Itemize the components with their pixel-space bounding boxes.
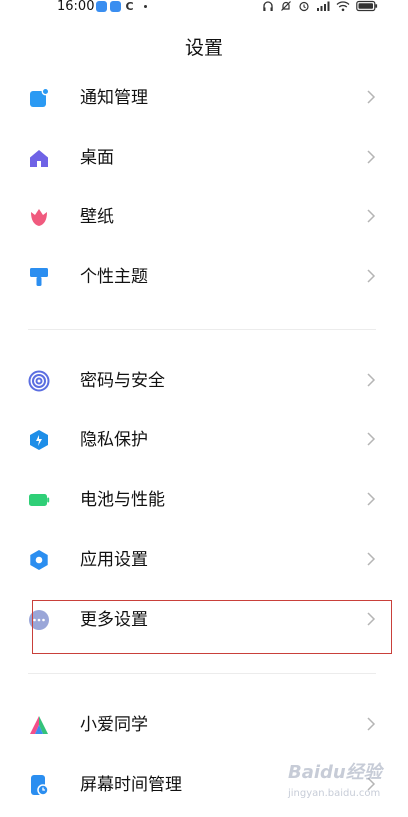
settings-item-label: 通知管理	[80, 88, 148, 108]
headphone-icon	[263, 1, 273, 11]
brush-icon	[30, 268, 48, 286]
highlight-annotation-box	[32, 600, 392, 654]
settings-item-label: 密码与安全	[80, 371, 165, 391]
settings-item-battery-performance[interactable]: 电池与性能	[0, 472, 408, 532]
settings-item-desktop[interactable]: 桌面	[0, 130, 408, 190]
chevron-right-icon	[367, 269, 376, 283]
chevron-right-icon	[367, 90, 376, 104]
gear-icon	[30, 550, 48, 570]
chevron-right-icon	[367, 717, 376, 731]
settings-item-label: 壁纸	[80, 207, 114, 227]
battery-status-icon	[356, 0, 378, 12]
baidu-jingyan-watermark: Bai⁠du经验 jingyan.baidu.com	[288, 762, 398, 806]
status-system-icons	[262, 0, 378, 12]
screen-time-icon	[31, 775, 49, 796]
settings-item-label: 小爱同学	[80, 715, 148, 735]
mute-bell-icon	[281, 1, 291, 11]
page-title: 设置	[184, 37, 223, 59]
status-time: 16:00	[57, 0, 95, 14]
settings-item-privacy[interactable]: 隐私保护	[0, 412, 408, 472]
battery-icon	[29, 494, 50, 506]
settings-item-label: 隐私保护	[80, 430, 148, 450]
settings-item-notifications[interactable]: 通知管理	[0, 70, 408, 130]
chevron-right-icon	[367, 209, 376, 223]
app-c-icon: C	[125, 0, 134, 13]
tulip-icon	[31, 209, 47, 226]
settings-item-app-settings[interactable]: 应用设置	[0, 532, 408, 592]
home-icon	[30, 150, 48, 167]
chevron-right-icon	[367, 373, 376, 387]
privacy-shield-icon	[30, 430, 48, 450]
app-notification-icon	[96, 1, 107, 12]
chevron-right-icon	[367, 432, 376, 446]
signal-icon	[317, 1, 330, 11]
fingerprint-icon	[28, 370, 50, 392]
section-divider	[28, 673, 376, 674]
more-notifications-dot	[144, 5, 147, 8]
settings-item-wallpaper[interactable]: 壁纸	[0, 189, 408, 249]
app-notification-icon	[110, 1, 121, 12]
settings-item-label: 电池与性能	[80, 490, 165, 510]
wifi-icon	[336, 1, 350, 12]
settings-item-label: 应用设置	[80, 550, 148, 570]
section-divider	[28, 329, 376, 330]
watermark-brand: Bai⁠du经验	[288, 762, 382, 783]
settings-item-label: 桌面	[80, 148, 114, 168]
settings-item-xiaoai[interactable]: 小爱同学	[0, 697, 408, 757]
notification-icon	[30, 87, 50, 107]
status-bar: 16:00 C	[0, 0, 408, 18]
settings-item-label: 屏幕时间管理	[80, 775, 182, 795]
settings-item-themes[interactable]: 个性主题	[0, 249, 408, 309]
chevron-right-icon	[367, 150, 376, 164]
chevron-right-icon	[367, 552, 376, 566]
status-app-icons: C	[96, 1, 147, 12]
alarm-icon	[299, 1, 309, 12]
watermark-url: jingyan.baidu.com	[288, 788, 381, 799]
xiaoai-icon	[30, 716, 48, 734]
chevron-right-icon	[367, 492, 376, 506]
settings-item-label: 个性主题	[80, 267, 148, 287]
settings-item-password-security[interactable]: 密码与安全	[0, 353, 408, 413]
